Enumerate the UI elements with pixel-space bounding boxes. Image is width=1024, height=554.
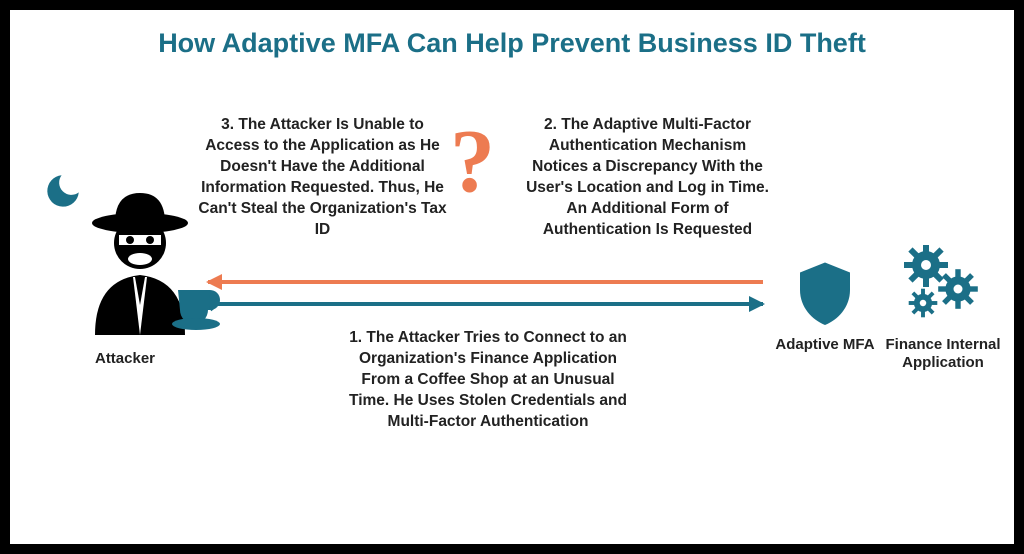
adaptive-mfa-group: Adaptive MFA xyxy=(770,260,880,354)
app-label: Finance Internal Application xyxy=(883,336,1003,372)
step-2-text: 2. The Adaptive Multi-Factor Authenticat… xyxy=(520,115,775,241)
shield-icon xyxy=(770,260,880,330)
question-mark-icon: ? xyxy=(450,110,495,213)
finance-app-group: Finance Internal Application xyxy=(883,245,1003,372)
arrow-request xyxy=(208,302,763,306)
step-1-text: 1. The Attacker Tries to Connect to an O… xyxy=(348,328,628,433)
diagram-frame: How Adaptive MFA Can Help Prevent Busine… xyxy=(0,0,1024,554)
attacker-label: Attacker xyxy=(65,350,185,367)
arrow-response xyxy=(208,280,763,284)
step-3-text: 3. The Attacker Is Unable to Access to t… xyxy=(195,115,450,241)
gears-icon xyxy=(883,245,1003,330)
page-title: How Adaptive MFA Can Help Prevent Busine… xyxy=(10,28,1014,59)
mfa-label: Adaptive MFA xyxy=(770,336,880,354)
